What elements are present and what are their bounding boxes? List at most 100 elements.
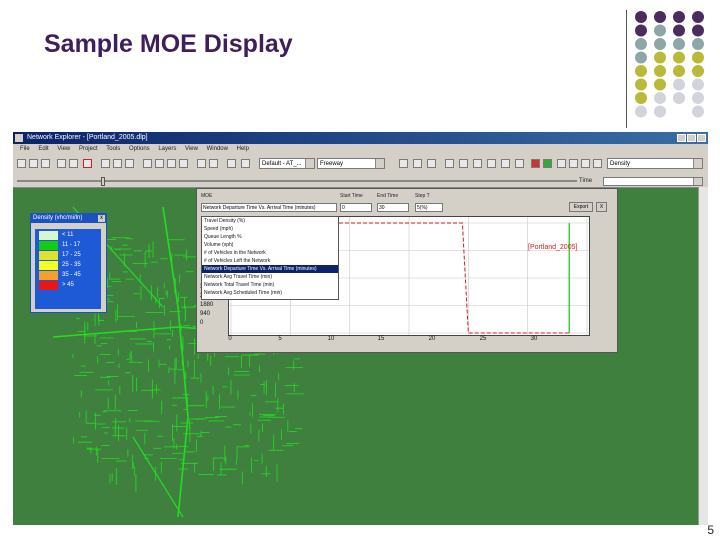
decorative-dot	[673, 24, 685, 37]
decorative-dot	[692, 51, 704, 64]
link-icon[interactable]	[427, 159, 436, 168]
menu-file[interactable]: File	[20, 146, 30, 152]
legend-item: 35 - 45	[39, 271, 97, 280]
moe-select[interactable]: Network Departure Time Vs. Arrival Time …	[201, 203, 337, 212]
end-time-select[interactable]: 30	[377, 203, 409, 212]
rewind-icon[interactable]	[557, 159, 566, 168]
legend-swatch	[39, 241, 58, 250]
decorative-divider	[626, 10, 627, 128]
start-time-select[interactable]: 0	[340, 203, 372, 212]
legend-close-button[interactable]: x	[98, 215, 105, 222]
time-label: Time	[579, 178, 593, 184]
node-icon[interactable]	[413, 159, 422, 168]
decorative-dot	[654, 51, 666, 64]
decorative-dot	[673, 11, 685, 23]
table-icon[interactable]	[487, 159, 496, 168]
decorative-dot	[673, 38, 685, 50]
menu-layers[interactable]: Layers	[158, 146, 176, 152]
menu-window[interactable]: Window	[207, 146, 228, 152]
copy-icon[interactable]	[101, 159, 110, 168]
zone-icon[interactable]	[445, 159, 454, 168]
app-title: Network Explorer - [Portland_2005.dlp]	[27, 134, 148, 141]
menu-edit[interactable]: Edit	[38, 146, 48, 152]
dropdown-option[interactable]: Speed (mph)	[202, 225, 338, 233]
zoom-out-icon[interactable]	[179, 159, 188, 168]
delete-icon[interactable]	[83, 159, 92, 168]
decorative-dot	[692, 38, 704, 50]
legend-swatch	[39, 251, 58, 260]
moe-dropdown-list[interactable]: Travel Density (%) Speed (mph) Queue Len…	[201, 216, 339, 300]
decorative-dot	[654, 38, 666, 50]
dropdown-option[interactable]: Queue Length %	[202, 233, 338, 241]
decorative-dot	[673, 65, 685, 77]
pause-icon[interactable]	[593, 159, 602, 168]
zoom-in-icon[interactable]	[167, 159, 176, 168]
dropdown-option[interactable]: Network Total Travel Time (min)	[202, 281, 338, 289]
measure-icon[interactable]	[209, 159, 218, 168]
path-icon[interactable]	[459, 159, 468, 168]
open-file-icon[interactable]	[29, 159, 38, 168]
decorative-dot	[692, 65, 704, 77]
play-icon[interactable]	[581, 159, 590, 168]
undo-icon[interactable]	[125, 159, 134, 168]
app-icon	[15, 134, 23, 142]
minimize-button[interactable]	[677, 134, 686, 142]
new-file-icon[interactable]	[17, 159, 26, 168]
maximize-button[interactable]	[687, 134, 696, 142]
link-type-select[interactable]: Freeway	[317, 158, 385, 169]
menu-tools[interactable]: Tools	[106, 146, 120, 152]
decorative-dot	[654, 65, 666, 77]
time-select[interactable]	[603, 177, 703, 186]
step-select[interactable]: 5(%)	[415, 203, 443, 212]
print-icon[interactable]	[57, 159, 66, 168]
menu-options[interactable]: Options	[129, 146, 150, 152]
menu-project[interactable]: Project	[79, 146, 98, 152]
save-icon[interactable]	[41, 159, 50, 168]
chart-icon[interactable]	[501, 159, 510, 168]
decorative-dot	[635, 92, 647, 104]
stop-icon[interactable]	[531, 159, 540, 168]
menu-view-2[interactable]: View	[185, 146, 198, 152]
dropdown-option[interactable]: # of Vehicles Left the Network	[202, 257, 338, 265]
select-icon[interactable]	[143, 159, 152, 168]
dropdown-option[interactable]: Network Avg Travel Time (min)	[202, 273, 338, 281]
moe-close-button[interactable]: X	[596, 202, 607, 212]
y-tick-label: 940	[200, 311, 211, 317]
legend-title: Density (vhc/mi/ln) x	[31, 214, 106, 223]
vertical-scrollbar[interactable]	[698, 187, 708, 525]
app-titlebar: Network Explorer - [Portland_2005.dlp]	[13, 132, 708, 144]
road-link	[177, 416, 189, 518]
dropdown-option[interactable]: # of Vehicles in the Network	[202, 249, 338, 257]
decorative-dot	[692, 24, 704, 37]
record-icon[interactable]	[543, 159, 552, 168]
x-tick-label: 25	[479, 336, 487, 342]
play-back-icon[interactable]	[569, 159, 578, 168]
dropdown-option-selected[interactable]: Network Departure Time Vs. Arrival Time …	[202, 265, 338, 273]
menu-help[interactable]: Help	[237, 146, 249, 152]
draw-icon[interactable]	[399, 159, 408, 168]
settings-icon[interactable]	[515, 159, 524, 168]
legend-swatch	[39, 281, 58, 290]
grid-icon[interactable]	[473, 159, 482, 168]
identify-icon[interactable]	[197, 159, 206, 168]
decorative-dot	[635, 11, 647, 23]
close-button[interactable]	[697, 134, 706, 142]
decorative-dot	[654, 78, 666, 91]
cut-icon[interactable]	[69, 159, 78, 168]
refresh-icon[interactable]	[241, 159, 250, 168]
dropdown-option[interactable]: Travel Density (%)	[202, 217, 338, 225]
time-slider-thumb[interactable]	[101, 177, 105, 186]
menu-view[interactable]: View	[57, 146, 70, 152]
paste-icon[interactable]	[113, 159, 122, 168]
moe-type-select[interactable]: Density	[607, 158, 703, 169]
pan-icon[interactable]	[155, 159, 164, 168]
scenario-select[interactable]: Default - AT_...	[259, 158, 315, 169]
decorative-dot	[673, 51, 685, 64]
layers-icon[interactable]	[227, 159, 236, 168]
dropdown-option[interactable]: Network Avg Scheduled Time (min)	[202, 289, 338, 297]
road-link	[52, 326, 179, 338]
export-button[interactable]: Export	[569, 202, 593, 212]
legend-item: 11 - 17	[39, 241, 97, 250]
dropdown-option[interactable]: Volume (vph)	[202, 241, 338, 249]
x-tick-label: 15	[377, 336, 385, 342]
